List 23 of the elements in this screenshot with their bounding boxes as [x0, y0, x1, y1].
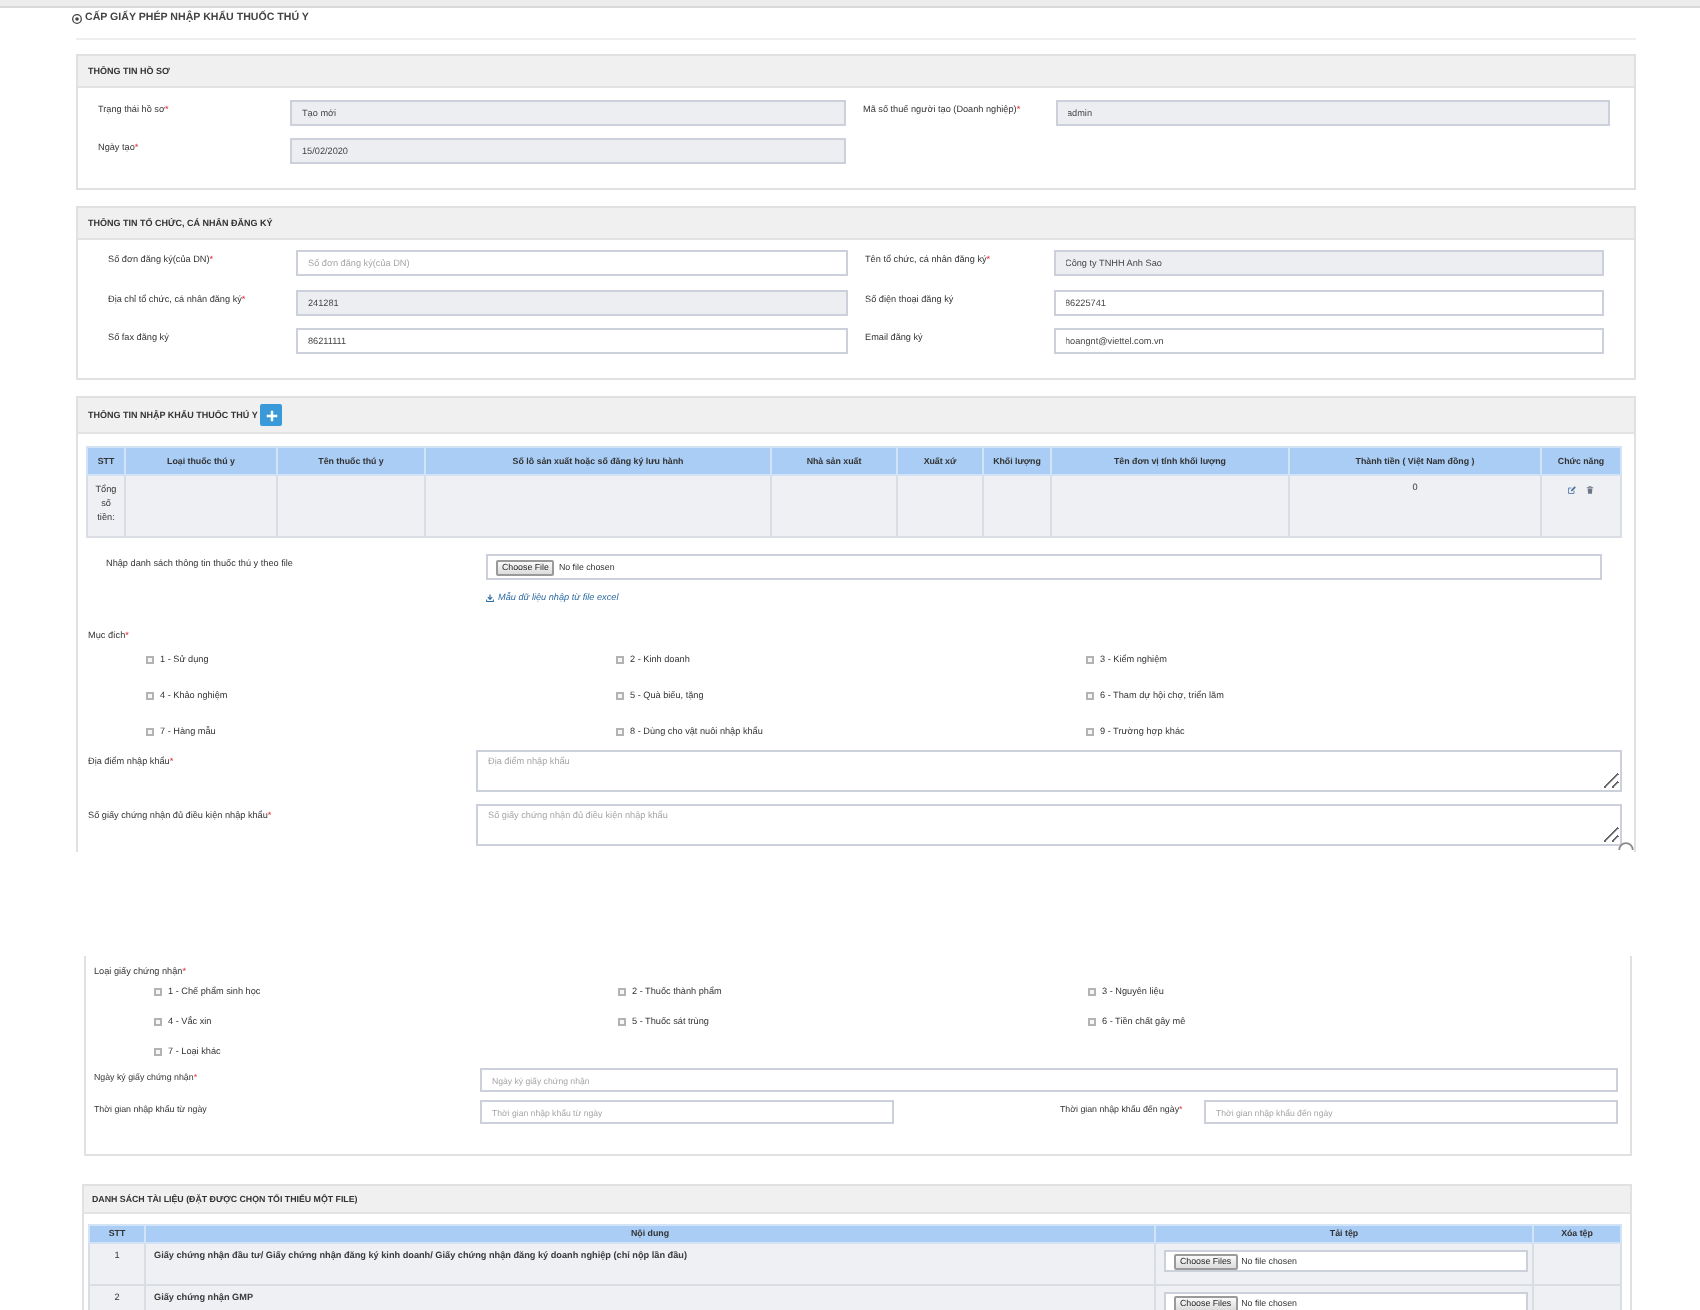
- checkbox[interactable]: [146, 728, 154, 736]
- circle-dot-icon: [72, 14, 82, 24]
- half-ring-icon: [1618, 842, 1634, 850]
- checkbox[interactable]: [1088, 988, 1096, 996]
- checkbox[interactable]: [1086, 728, 1094, 736]
- trash-icon[interactable]: [1586, 486, 1594, 494]
- checkbox[interactable]: [154, 1048, 162, 1056]
- checkbox[interactable]: [1086, 656, 1094, 664]
- checkbox[interactable]: [618, 1018, 626, 1026]
- checkbox[interactable]: [616, 692, 624, 700]
- checkbox[interactable]: [1086, 692, 1094, 700]
- checkbox[interactable]: [154, 1018, 162, 1026]
- checkbox[interactable]: [616, 728, 624, 736]
- add-button[interactable]: [260, 404, 283, 426]
- checkbox[interactable]: [154, 988, 162, 996]
- plus-icon: [265, 409, 278, 421]
- checkbox[interactable]: [616, 656, 624, 664]
- checkbox[interactable]: [146, 692, 154, 700]
- checkbox[interactable]: [618, 988, 626, 996]
- edit-icon[interactable]: [1568, 486, 1576, 494]
- checkbox[interactable]: [1088, 1018, 1096, 1026]
- checkbox[interactable]: [146, 656, 154, 664]
- download-icon: [486, 594, 494, 602]
